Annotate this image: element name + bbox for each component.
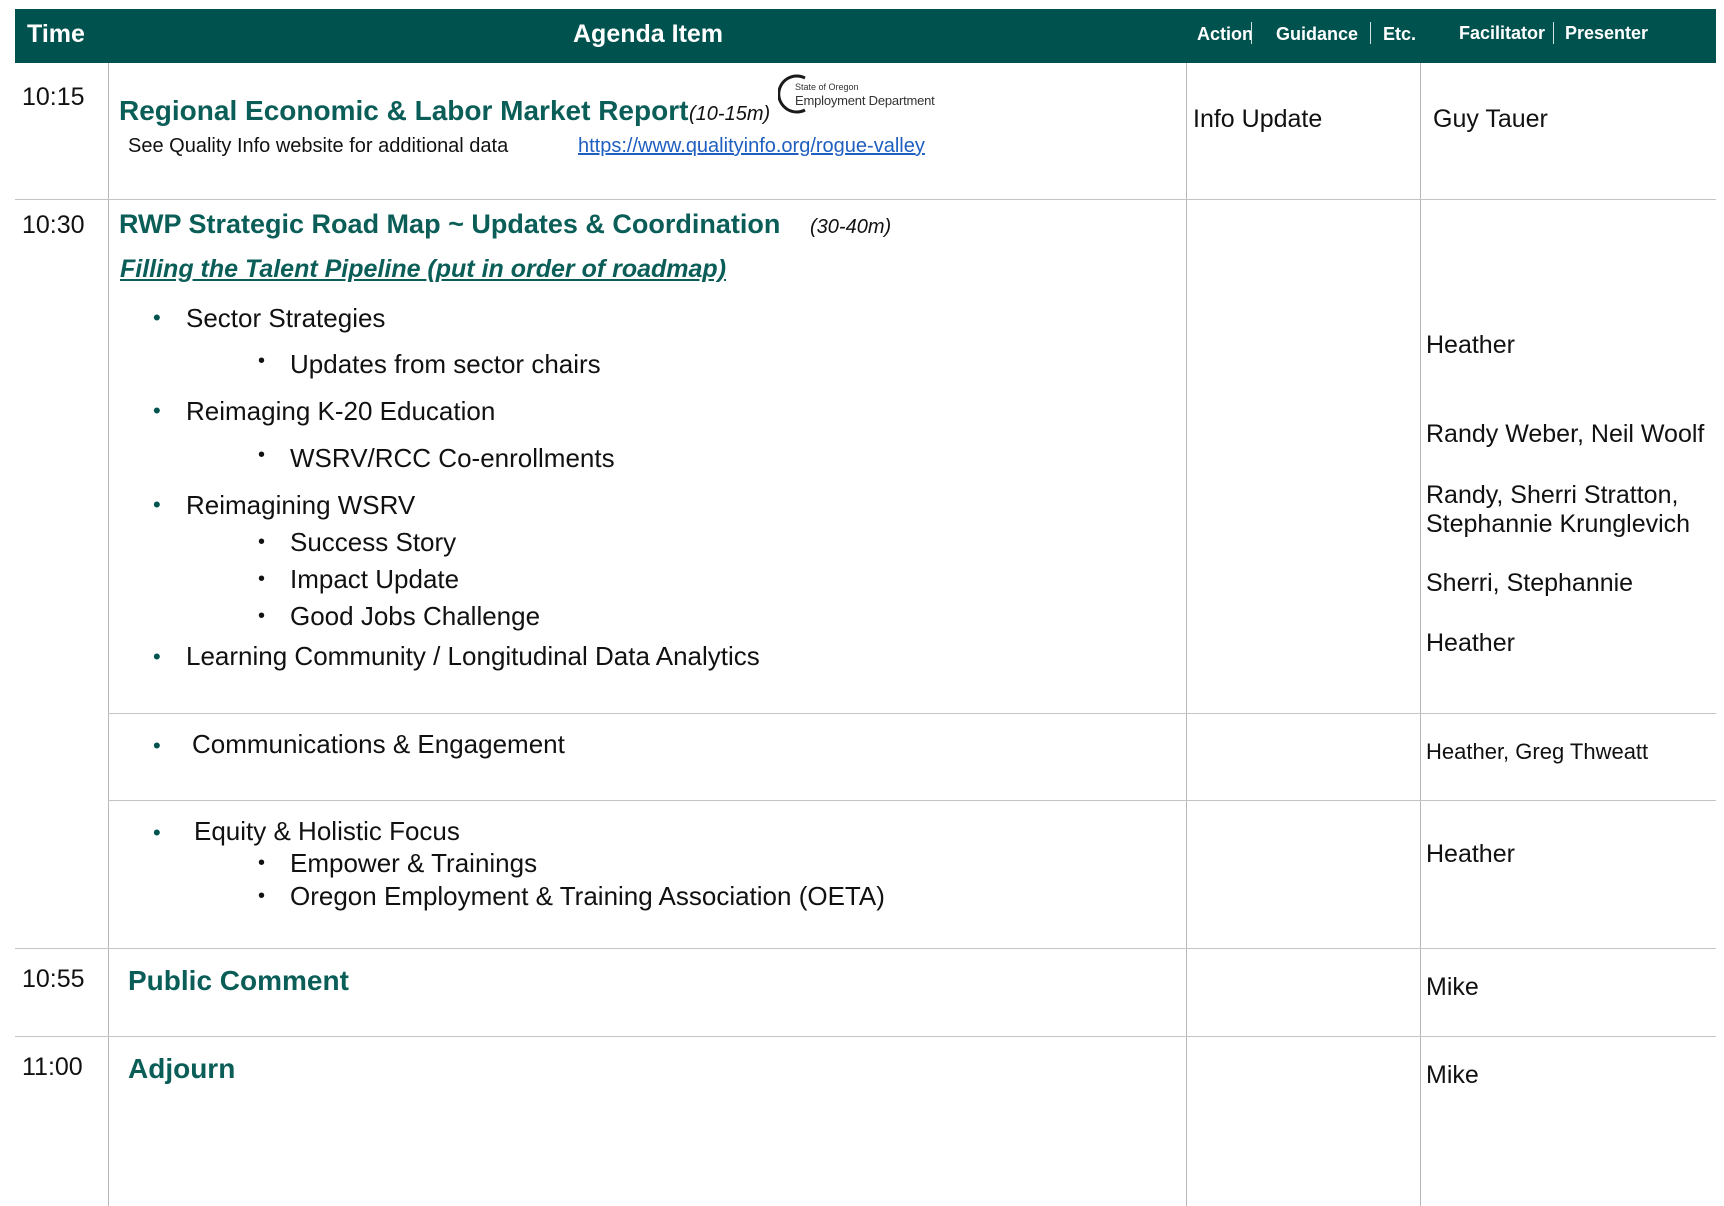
bullet: •	[153, 492, 161, 517]
list-item: Good Jobs Challenge	[290, 601, 541, 631]
header-separator	[1553, 22, 1554, 44]
agenda-title: Regional Economic & Labor Market Report	[119, 95, 689, 126]
presenter-value: Randy Weber, Neil Woolf	[1426, 420, 1705, 448]
list-item: Impact Update	[290, 564, 460, 594]
presenter-value: Heather	[1426, 629, 1515, 657]
list-item: WSRV/RCC Co-enrollments	[290, 443, 615, 473]
bullet: •	[258, 531, 266, 553]
column-divider	[1420, 63, 1421, 1206]
presenter-value: Heather, Greg Thweatt	[1426, 739, 1649, 764]
bullet: •	[258, 350, 266, 372]
bullet: •	[258, 852, 266, 874]
list-item: Updates from sector chairs	[290, 349, 601, 379]
column-divider	[108, 63, 109, 1206]
header-separator	[1370, 22, 1371, 44]
row-divider	[15, 948, 1716, 949]
presenter-value: Heather	[1426, 840, 1515, 868]
logo-line-1: State of Oregon	[795, 82, 859, 92]
row-divider	[15, 199, 1716, 200]
header-time: Time	[27, 20, 85, 48]
list-item: Reimaging K-20 Education	[186, 396, 496, 426]
list-item: Communications & Engagement	[192, 729, 565, 759]
presenter-value: Guy Tauer	[1433, 105, 1548, 133]
bullet: •	[258, 444, 266, 466]
bullet: •	[258, 605, 266, 627]
bullet: •	[258, 568, 266, 590]
row-time: 11:00	[22, 1053, 83, 1081]
quality-info-link[interactable]: https://www.qualityinfo.org/rogue-valley	[578, 135, 925, 158]
bullet: •	[153, 305, 161, 330]
presenter-value: Sherri, Stephannie	[1426, 569, 1634, 597]
duration: (30-40m)	[810, 216, 892, 238]
header-separator	[1251, 22, 1252, 44]
list-item: Sector Strategies	[186, 303, 386, 333]
list-item: Equity & Holistic Focus	[194, 816, 460, 846]
presenter-value: Heather	[1426, 331, 1515, 359]
header-action: Action	[1197, 24, 1253, 44]
row-divider	[108, 713, 1716, 714]
action-value: Info Update	[1193, 105, 1323, 133]
bullet: •	[258, 885, 266, 907]
header-etc: Etc.	[1383, 24, 1417, 44]
list-item: Learning Community / Longitudinal Data A…	[186, 641, 760, 671]
row-divider	[108, 800, 1716, 801]
header-agenda-item: Agenda Item	[573, 20, 724, 48]
row-time: 10:30	[22, 211, 85, 239]
agenda-title: Adjourn	[128, 1053, 236, 1084]
presenter-value: Mike	[1426, 1061, 1479, 1089]
logo-line-2: Employment Department	[795, 93, 935, 108]
presenter-value: Randy, Sherri Stratton,	[1426, 481, 1679, 509]
bullet: •	[153, 733, 161, 758]
agenda-title: Public Comment	[128, 965, 349, 996]
list-item: Reimagining WSRV	[186, 490, 416, 520]
bullet: •	[153, 820, 161, 845]
employment-department-logo: State of Oregon Employment Department	[778, 72, 935, 122]
bullet: •	[153, 644, 161, 669]
list-item: Success Story	[290, 527, 457, 557]
presenter-value: Stephannie Krunglevich	[1426, 510, 1691, 538]
row-time: 10:15	[22, 83, 85, 111]
column-divider	[1186, 63, 1187, 1206]
agenda-subtitle: Filling the Talent Pipeline (put in orde…	[120, 255, 727, 283]
agenda-note: See Quality Info website for additional …	[128, 135, 509, 157]
presenter-value: Mike	[1426, 973, 1479, 1001]
header-guidance: Guidance	[1276, 24, 1359, 44]
duration: (10-15m)	[689, 103, 771, 125]
list-item: Empower & Trainings	[290, 848, 538, 878]
row-divider	[15, 1036, 1716, 1037]
list-item: Oregon Employment & Training Association…	[290, 881, 885, 911]
row-time: 10:55	[22, 965, 85, 993]
header-presenter: Presenter	[1565, 23, 1649, 43]
agenda-title: RWP Strategic Road Map ~ Updates & Coord…	[119, 209, 781, 239]
header-facilitator: Facilitator	[1459, 23, 1546, 43]
bullet: •	[153, 398, 161, 423]
